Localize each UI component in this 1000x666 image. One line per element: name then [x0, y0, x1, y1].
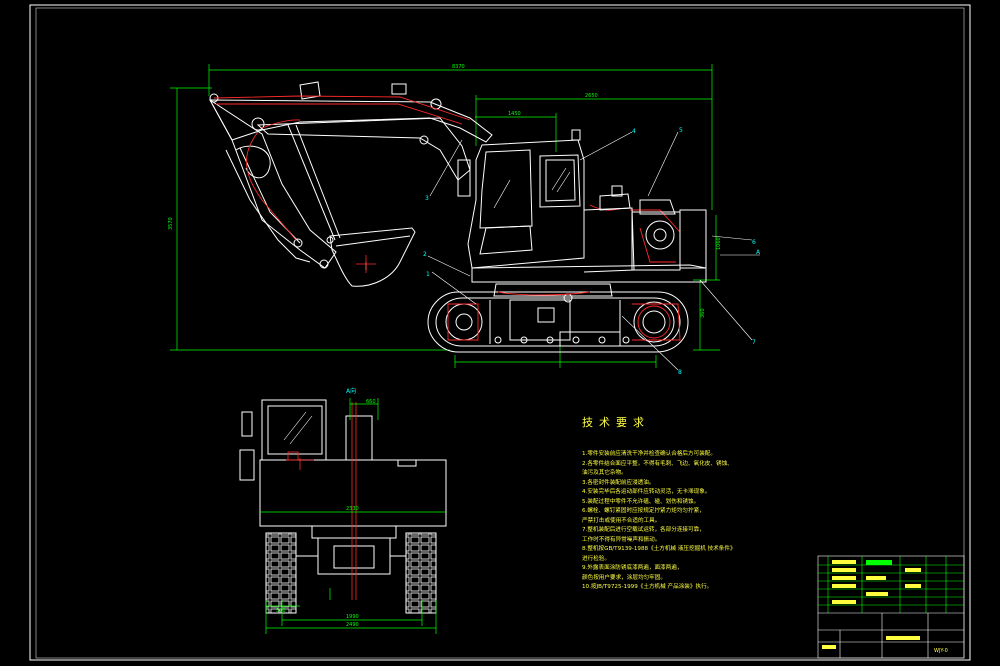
tech-requirements-title: 技术要求 [582, 416, 650, 429]
tech-item: 颜色按用户要求，涂层均匀牢固。 [582, 574, 666, 581]
balloon-4: 4 [632, 128, 636, 135]
dim-track-height: 360 [700, 308, 706, 318]
dim-track-gauge: 1990 [346, 614, 359, 620]
dim-counterweight-width: 1450 [508, 111, 521, 117]
cad-drawing: 8370 2650 1450 3570 360 1060 1 2 3 4 5 6… [29, 4, 971, 661]
side-view: 8370 2650 1450 3570 360 1060 1 2 3 4 5 6… [168, 64, 761, 376]
dim-shoe-width: 500 [276, 608, 286, 614]
cab [457, 129, 585, 269]
dim-overall-length: 8370 [452, 64, 465, 70]
tech-item: 2.各零件结合面应平整，不得有毛刺、飞边、氧化皮、锈蚀、 [582, 460, 733, 467]
bucket [329, 227, 416, 287]
balloon-6: 6 [752, 239, 756, 246]
tech-item: 4.安装完毕后各运动部件应转动灵活，无卡滞现象。 [582, 489, 711, 495]
tech-item: 10.按JB/T9725-1999《土方机械 产品涂装》执行。 [582, 584, 713, 590]
tech-item: 油污及其它杂物。 [582, 470, 627, 476]
dim-cab-width: 2650 [585, 93, 598, 99]
front-view: A向 2330 1990 2490 500 660 [239, 387, 447, 634]
side-dimensions [170, 64, 720, 368]
view-arrow-label: A [756, 249, 761, 256]
balloon-8: 8 [678, 369, 682, 376]
tech-item: 工作时不得有异常噪声和振动。 [582, 536, 661, 543]
dim-overall-width: 2490 [346, 622, 359, 628]
dim-upper-width: 2330 [346, 506, 359, 512]
balloon-2: 2 [423, 251, 427, 258]
tech-item: 9.外露表面涂防锈底漆两遍，面漆两遍， [582, 565, 683, 571]
hydraulic-lines [213, 95, 681, 241]
dim-overall-height: 3570 [168, 217, 174, 230]
tech-item: 严禁打击或使用不合适的工具。 [582, 517, 661, 524]
front-view-title: A向 [346, 387, 356, 395]
dim-top-detail: 660 [366, 399, 376, 405]
front-body [239, 399, 447, 614]
tech-requirements-list: 1.零件安装前应清洗干净并检查确认合格后方可装配。 2.各零件结合面应平整，不得… [582, 450, 802, 593]
tech-item: 7.整机装配后进行空载试运转，各部分连接可靠， [582, 527, 705, 533]
balloon-1: 1 [426, 271, 430, 278]
tech-item: 3.各密封件装配前应浸透油。 [582, 479, 655, 486]
balloon-3: 3 [425, 195, 429, 202]
bucket-center-mark [356, 255, 376, 273]
upper-structure [471, 185, 707, 283]
tech-item: 进行检验。 [582, 555, 610, 562]
sheet-border [29, 4, 971, 661]
tech-item: 8.整机按GB/T9139-1988《土方机械 液压挖掘机 技术条件》 [582, 546, 736, 552]
tech-item: 6.螺栓、螺钉紧固时应按规定拧紧力矩均匀拧紧， [582, 508, 705, 514]
dim-swing-height: 1060 [716, 237, 722, 250]
balloon-7: 7 [752, 339, 756, 346]
title-block [817, 555, 965, 659]
boom-arm [209, 81, 493, 269]
balloon-5: 5 [679, 127, 683, 134]
tech-item: 5.装配过程中零件不允许磕、碰、划伤和锈蚀。 [582, 498, 700, 505]
drawing-number: WJY-0 [934, 648, 948, 654]
balloon-labels: 1 2 3 4 5 6 7 8 A [423, 127, 761, 376]
tech-requirements: 技术要求 1.零件安装前应清洗干净并检查确认合格后方可装配。 2.各零件结合面应… [582, 414, 802, 593]
tech-item: 1.零件安装前应清洗干净并检查确认合格后方可装配。 [582, 451, 716, 457]
